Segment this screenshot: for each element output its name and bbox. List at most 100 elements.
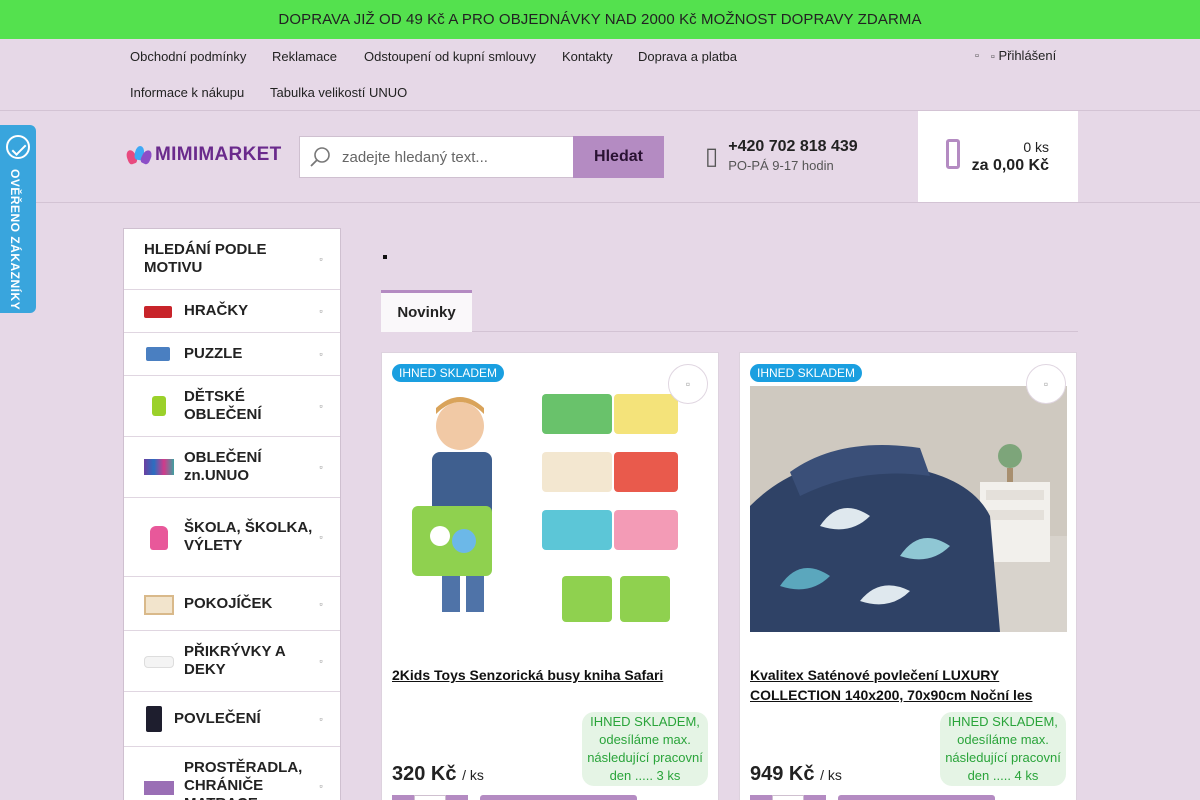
search-toggle-icon[interactable]: ▫ xyxy=(975,50,979,62)
nav-link-terms[interactable]: Obchodní podmínky xyxy=(130,49,246,64)
jacket-icon xyxy=(144,393,174,419)
quantity-stepper xyxy=(750,795,826,800)
increase-quantity-button[interactable] xyxy=(446,795,468,800)
chevron-right-icon: ▫ xyxy=(319,306,323,316)
chevron-right-icon: ▫ xyxy=(319,401,323,411)
product-price: 320 Kč / ks xyxy=(392,763,484,786)
availability-info: IHNED SKLADEM, odesíláme max. následujíc… xyxy=(940,712,1066,786)
chevron-right-icon: ▫ xyxy=(319,532,323,542)
site-header: MIMIMARKET Hledat ▯ +420 702 818 439 PO-… xyxy=(0,111,1200,203)
increase-quantity-button[interactable] xyxy=(804,795,826,800)
sidebar-item-label: HRAČKY xyxy=(184,302,249,319)
sidebar-item-kids-clothing[interactable]: DĚTSKÉ OBLEČENÍ ▫ xyxy=(124,376,340,437)
crib-icon xyxy=(144,591,174,617)
verified-by-customers-badge[interactable]: OVĚŘENO ZÁKAZNÍKY xyxy=(0,125,36,313)
nav-link-complaints[interactable]: Reklamace xyxy=(272,49,337,64)
sidebar-item-label: POVLEČENÍ xyxy=(174,710,261,727)
opening-hours: PO-PÁ 9-17 hodin xyxy=(728,158,834,173)
category-sidebar: HLEDÁNÍ PODLE MOTIVU ▫ HRAČKY ▫ PUZZLE ▫… xyxy=(123,228,341,800)
toy-truck-icon xyxy=(144,298,174,324)
cart-widget[interactable]: 0 ks za 0,00 Kč xyxy=(918,111,1078,202)
product-tabs: Novinky xyxy=(381,290,1078,332)
price-value: 320 Kč xyxy=(392,763,457,785)
tab-new-products[interactable]: Novinky xyxy=(381,290,472,332)
user-icon: ▫ xyxy=(990,51,995,63)
cart-total: za 0,00 Kč xyxy=(971,156,1049,174)
sidebar-item-puzzle[interactable]: PUZZLE ▫ xyxy=(124,333,340,376)
sidebar-item-label: HLEDÁNÍ PODLE MOTIVU xyxy=(144,241,267,276)
product-price: 949 Kč / ks xyxy=(750,763,842,786)
product-image[interactable] xyxy=(392,386,709,632)
phone-icon: ▯ xyxy=(705,143,719,170)
product-card[interactable]: IHNED SKLADEM ▫ Kvalitex Saténové povleč… xyxy=(739,352,1077,800)
price-unit: / ks xyxy=(820,767,842,783)
search-form: Hledat xyxy=(299,136,664,178)
shopping-bag-icon xyxy=(946,139,960,169)
chevron-right-icon: ▫ xyxy=(319,462,323,472)
backpack-icon xyxy=(144,524,174,550)
search-input[interactable] xyxy=(342,148,562,166)
sidebar-item-toys[interactable]: HRAČKY ▫ xyxy=(124,290,340,333)
login-link[interactable]: ▫ Přihlášení xyxy=(991,48,1056,63)
sidebar-item-label: OBLEČENÍ zn.UNUO xyxy=(184,449,262,484)
bedding-icon xyxy=(144,706,164,732)
chevron-right-icon: ▫ xyxy=(319,254,323,264)
search-button[interactable]: Hledat xyxy=(573,136,664,178)
favorite-icon[interactable]: ▫ xyxy=(668,364,708,404)
nav-link-size-chart[interactable]: Tabulka velikostí UNUO xyxy=(270,85,407,100)
search-icon xyxy=(310,147,330,167)
puzzle-icon xyxy=(144,341,174,367)
search-field xyxy=(299,136,573,178)
in-stock-badge: IHNED SKLADEM xyxy=(750,364,863,382)
sheet-icon xyxy=(144,773,174,799)
add-to-cart-button[interactable] xyxy=(480,795,637,800)
sidebar-item-blankets[interactable]: PŘIKRÝVKY A DEKY ▫ xyxy=(124,631,340,692)
chevron-right-icon: ▫ xyxy=(319,349,323,359)
product-title[interactable]: 2Kids Toys Senzorická busy kniha Safari xyxy=(392,665,710,685)
verified-seal-icon xyxy=(6,135,30,159)
sidebar-item-bedding[interactable]: POVLEČENÍ ▫ xyxy=(124,692,340,747)
promo-banner: DOPRAVA JIŽ OD 49 Kč A PRO OBJEDNÁVKY NA… xyxy=(0,0,1200,39)
sidebar-item-sheets[interactable]: PROSTĚRADLA, CHRÁNIČE MATRACE ▫ xyxy=(124,747,340,800)
chevron-right-icon: ▫ xyxy=(319,598,323,609)
sidebar-item-unuo-clothing[interactable]: OBLEČENÍ zn.UNUO ▫ xyxy=(124,437,340,498)
cart-count: 0 ks xyxy=(1023,138,1049,155)
logo-text: MIMIMARKET xyxy=(155,144,282,165)
add-to-cart-button[interactable] xyxy=(838,795,995,800)
sidebar-item-label: PŘIKRÝVKY A DEKY xyxy=(184,643,286,678)
price-value: 949 Kč xyxy=(750,763,815,785)
decrease-quantity-button[interactable] xyxy=(392,795,414,800)
quantity-input[interactable] xyxy=(414,795,446,800)
verified-badge-label: OVĚŘENO ZÁKAZNÍKY xyxy=(8,169,22,311)
busy-book-image xyxy=(392,386,709,632)
sidebar-item-label: PUZZLE xyxy=(184,345,243,362)
sidebar-item-label: ŠKOLA, ŠKOLKA, VÝLETY xyxy=(184,519,313,554)
logo[interactable]: MIMIMARKET xyxy=(124,144,282,166)
sidebar-item-label: POKOJÍČEK xyxy=(184,594,273,612)
favorite-icon[interactable]: ▫ xyxy=(1026,364,1066,404)
bedding-set-image xyxy=(750,386,1067,632)
nav-link-withdrawal[interactable]: Odstoupení od kupní smlouvy xyxy=(364,49,536,64)
chevron-right-icon: ▫ xyxy=(319,656,323,666)
kids-clothing-icon xyxy=(144,454,174,480)
chevron-right-icon: ▫ xyxy=(319,781,323,791)
sidebar-item-label: DĚTSKÉ OBLEČENÍ xyxy=(184,388,262,423)
sidebar-item-nursery[interactable]: POKOJÍČEK ▫ xyxy=(124,577,340,631)
decrease-quantity-button[interactable] xyxy=(750,795,772,800)
availability-info: IHNED SKLADEM, odesíláme max. následujíc… xyxy=(582,712,708,786)
nav-link-purchase-info[interactable]: Informace k nákupu xyxy=(130,85,244,100)
blanket-icon xyxy=(144,648,174,674)
account-area: ▫ ▫ Přihlášení xyxy=(975,48,1056,63)
nav-link-contacts[interactable]: Kontakty xyxy=(562,49,613,64)
product-image[interactable] xyxy=(750,386,1067,632)
sidebar-item-label: PROSTĚRADLA, CHRÁNIČE MATRACE xyxy=(184,759,303,800)
in-stock-badge: IHNED SKLADEM xyxy=(392,364,505,382)
product-card[interactable]: IHNED SKLADEM ▫ 2Kids Toys Senzorická bu… xyxy=(381,352,719,800)
sidebar-item-motif-search[interactable]: HLEDÁNÍ PODLE MOTIVU ▫ xyxy=(124,229,340,290)
nav-link-shipping[interactable]: Doprava a platba xyxy=(638,49,737,64)
phone-number[interactable]: +420 702 818 439 xyxy=(728,138,857,156)
product-title[interactable]: Kvalitex Saténové povlečení LUXURY COLLE… xyxy=(750,665,1068,705)
sidebar-item-school[interactable]: ŠKOLA, ŠKOLKA, VÝLETY ▫ xyxy=(124,498,340,577)
quantity-input[interactable] xyxy=(772,795,804,800)
login-label: Přihlášení xyxy=(998,48,1057,63)
